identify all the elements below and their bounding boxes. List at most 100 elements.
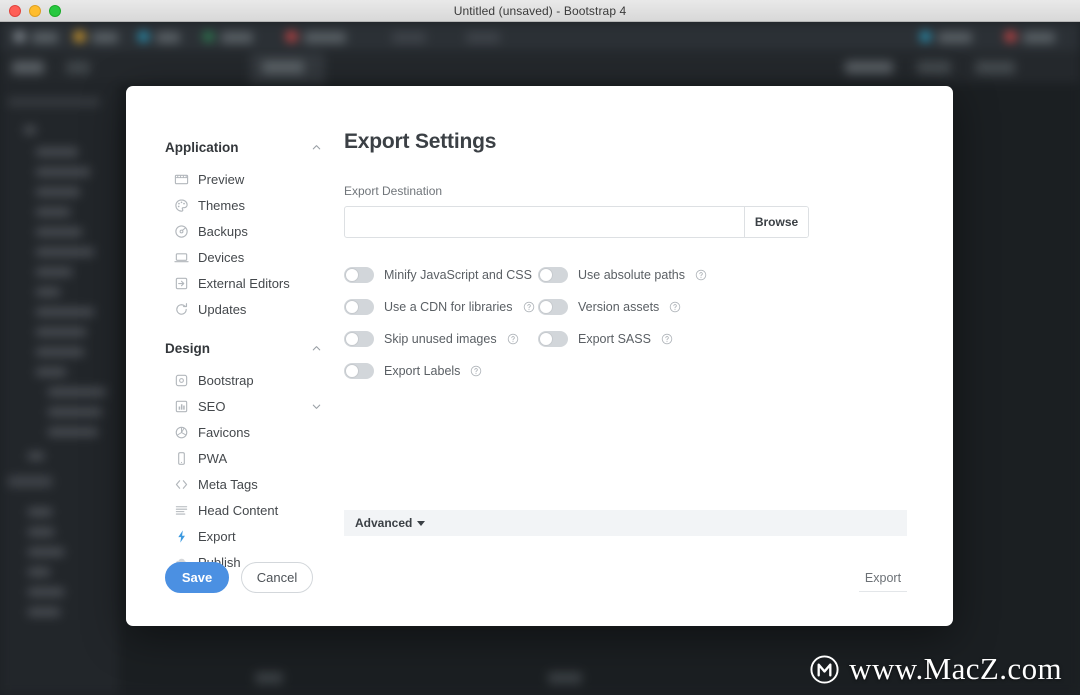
traffic-lights[interactable]	[0, 4, 61, 17]
refresh-icon	[174, 302, 189, 317]
help-icon[interactable]	[661, 333, 673, 345]
watermark-text: www.MacZ.com	[849, 651, 1062, 686]
help-icon[interactable]	[507, 333, 519, 345]
export-destination-row: Browse	[344, 206, 809, 238]
toggle-switch[interactable]	[538, 267, 568, 283]
help-icon[interactable]	[669, 301, 681, 313]
sidebar-item-label: Themes	[198, 197, 245, 213]
sidebar-item-favicons[interactable]: Favicons	[126, 419, 344, 445]
toggle-use-a-cdn-for-libraries[interactable]: Use a CDN for libraries	[344, 296, 538, 318]
sidebar-item-label: Preview	[198, 171, 245, 187]
advanced-section-toggle[interactable]: Advanced	[344, 510, 907, 536]
help-icon[interactable]	[470, 365, 482, 377]
sidebar-item-seo[interactable]: SEO	[126, 393, 344, 419]
watermark: www.MacZ.com	[809, 651, 1062, 687]
bolt-icon	[174, 529, 189, 544]
toggle-label: Skip unused images	[384, 332, 497, 346]
circled-m-logo-icon	[809, 654, 840, 685]
sidebar-item-pwa[interactable]: PWA	[126, 445, 344, 471]
background-toolbar	[0, 22, 1080, 52]
toggle-use-absolute-paths[interactable]: Use absolute paths	[538, 264, 732, 286]
app-window: Untitled (unsaved) - Bootstrap 4 Applica…	[0, 0, 1080, 695]
page-title: Export Settings	[344, 130, 497, 153]
sidebar-item-label: Backups	[198, 223, 248, 239]
sidebar-item-preview[interactable]: Preview	[126, 166, 344, 192]
sidebar-item-themes[interactable]: Themes	[126, 192, 344, 218]
disc-icon	[174, 224, 189, 239]
sidebar-item-label: External Editors	[198, 275, 290, 291]
sidebar-item-head-content[interactable]: Head Content	[126, 497, 344, 523]
toggle-switch[interactable]	[538, 299, 568, 315]
cancel-button[interactable]: Cancel	[241, 562, 313, 593]
film-icon	[174, 172, 189, 187]
browse-button[interactable]: Browse	[744, 207, 808, 237]
toggle-version-assets[interactable]: Version assets	[538, 296, 732, 318]
sidebar-item-label: Bootstrap	[198, 372, 254, 388]
bar-chart-icon	[174, 399, 189, 414]
toggle-label: Minify JavaScript and CSS	[384, 268, 532, 282]
nav-group-application-label: Application	[165, 139, 239, 155]
toggle-label: Use a CDN for libraries	[384, 300, 513, 314]
nav-group-application[interactable]: Application	[126, 134, 344, 160]
toggle-label: Export Labels	[384, 364, 461, 378]
export-destination-input[interactable]	[345, 207, 744, 237]
help-icon[interactable]	[695, 269, 707, 281]
toggle-switch[interactable]	[344, 331, 374, 347]
chevron-down-icon[interactable]	[311, 401, 322, 412]
sidebar-item-label: SEO	[198, 398, 226, 414]
modal-action-buttons: Save Cancel	[165, 562, 313, 593]
sidebar-item-label: Head Content	[198, 502, 279, 518]
sidebar-item-label: Devices	[198, 249, 245, 265]
toggle-skip-unused-images[interactable]: Skip unused images	[344, 328, 538, 350]
sidebar-item-external-editors[interactable]: External Editors	[126, 270, 344, 296]
window-title: Untitled (unsaved) - Bootstrap 4	[453, 3, 627, 18]
sidebar-item-devices[interactable]: Devices	[126, 244, 344, 270]
sidebar-item-label: Updates	[198, 301, 247, 317]
lines-icon	[174, 503, 189, 518]
toggle-export-sass[interactable]: Export SASS	[538, 328, 732, 350]
toggle-switch[interactable]	[344, 299, 374, 315]
export-options-grid: Minify JavaScript and CSS Use absolute p…	[344, 264, 764, 382]
external-editor-icon	[174, 276, 189, 291]
toggle-export-labels[interactable]: Export Labels	[344, 360, 538, 382]
minimize-window-button[interactable]	[29, 4, 41, 17]
sidebar-item-bootstrap[interactable]: Bootstrap	[126, 367, 344, 393]
save-button[interactable]: Save	[165, 562, 229, 593]
toggle-switch[interactable]	[538, 331, 568, 347]
nav-group-design-label: Design	[165, 340, 211, 356]
laptop-icon	[174, 250, 189, 265]
chevron-up-icon[interactable]	[311, 142, 322, 153]
toggle-switch[interactable]	[344, 363, 374, 379]
phone-icon	[174, 451, 189, 466]
palette-icon	[174, 198, 189, 213]
sidebar-item-label: Export	[198, 528, 236, 544]
sidebar-item-export[interactable]: Export	[126, 523, 344, 549]
sidebar-item-label: Favicons	[198, 424, 251, 440]
sidebar-item-label: Meta Tags	[198, 476, 258, 492]
toggle-minify-javascript-and-css[interactable]: Minify JavaScript and CSS	[344, 264, 538, 286]
code-brackets-icon	[174, 477, 189, 492]
chevron-up-icon[interactable]	[311, 343, 322, 354]
export-button[interactable]: Export	[859, 571, 907, 592]
sidebar-item-meta-tags[interactable]: Meta Tags	[126, 471, 344, 497]
sidebar-item-updates[interactable]: Updates	[126, 296, 344, 322]
advanced-label: Advanced	[355, 516, 413, 530]
close-window-button[interactable]	[9, 4, 21, 17]
help-icon[interactable]	[523, 301, 535, 313]
export-settings-modal: Application Preview Themes Backups Devic…	[126, 86, 953, 626]
bootstrap-icon	[174, 373, 189, 388]
nav-group-design[interactable]: Design	[126, 335, 344, 361]
titlebar: Untitled (unsaved) - Bootstrap 4	[0, 0, 1080, 22]
background-sidebar	[0, 84, 120, 695]
settings-content: Export Settings Export Destination Brows…	[344, 86, 953, 626]
export-destination-label: Export Destination	[344, 184, 443, 198]
maximize-window-button[interactable]	[49, 4, 61, 17]
caret-down-icon	[417, 520, 426, 526]
sidebar-item-label: PWA	[198, 450, 228, 466]
toggle-switch[interactable]	[344, 267, 374, 283]
toggle-label: Use absolute paths	[578, 268, 686, 282]
sidebar-item-backups[interactable]: Backups	[126, 218, 344, 244]
toggle-label: Version assets	[578, 300, 660, 314]
favicon-icon	[174, 425, 189, 440]
